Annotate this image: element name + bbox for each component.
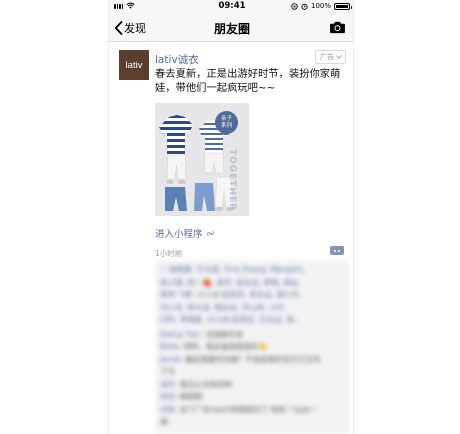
like-names-line: CBS, 李晓星, 沙小朵·起宫花, 王永远, 我... — [160, 315, 302, 324]
comment-text: 这个广告reach到我就对了 哈哈 ! type ! — [179, 404, 316, 414]
more-dot-icon — [334, 249, 336, 252]
comment-item[interactable]: Bella: 呵呵，我走遍海南就好👏 — [160, 341, 345, 354]
comment-text: 确定我要的衣服？不该是真的宝贝又王吗 — [185, 354, 321, 364]
mini-program-link[interactable]: 进入小程序 — [155, 226, 215, 240]
comment-item[interactable]: Jacob: 确定我要的衣服？不该是真的宝贝又王吗 — [160, 354, 345, 367]
phone-screen: 09:41 100% 发现 朋友圈 lativ lativ诚衣 广告 春去夏新，… — [108, 0, 354, 434]
comment-author[interactable]: 付依: — [160, 405, 180, 414]
camera-icon[interactable] — [329, 21, 346, 34]
comment-author[interactable]: 话中: — [160, 380, 180, 389]
badge-line-2: 系列 — [220, 122, 232, 129]
post-image[interactable]: 亲子 系列 TOGETHER — [155, 103, 249, 216]
comments-panel: ♡ 林晓燕, 于大成, Tina Zhang, MengXin, 安小雨, 阿一🍓… — [155, 260, 350, 434]
like-names-line: 安小雨, 阿一🍓, 金玲, 张永远, 李晓, 胡云, — [160, 277, 301, 287]
page-title: 朋友圈 — [213, 22, 250, 36]
mini-program-icon — [206, 230, 214, 236]
comment-item[interactable]: 付依: 这个广告reach到我就对了 哈哈 ! type ! — [160, 404, 345, 417]
badge-line-1: 亲子 — [220, 115, 232, 122]
comment-item[interactable]: 包包: 刷刷刷 — [160, 391, 345, 404]
like-names-line: 刘小龙, 李大宝, 杨永远, 开心的, 小叶, — [160, 302, 287, 312]
like-names-line: 周伟·飞希, 沙小朵·起宫花, 李永远, 胡小宇, — [160, 290, 302, 299]
mini-program-label: 进入小程序 — [155, 229, 203, 240]
ad-tag[interactable]: 广告 — [315, 50, 346, 64]
status-right: 100% — [291, 2, 352, 10]
nav-bar: 发现 朋友圈 — [109, 14, 353, 42]
battery-percent: 100% — [310, 2, 331, 10]
comment-item[interactable]: 了😊 — [160, 366, 345, 379]
series-badge: 亲子 系列 — [215, 111, 238, 134]
post-author[interactable]: lativ诚衣 — [155, 52, 199, 67]
comment-text: 呵呵，我走遍海南就好👏 — [183, 342, 268, 351]
chevron-down-icon — [336, 55, 342, 59]
battery-icon — [334, 2, 352, 10]
status-bar: 09:41 100% — [109, 0, 353, 14]
together-text: TOGETHER — [227, 149, 237, 212]
avatar[interactable]: lativ — [119, 50, 149, 80]
comment-author[interactable]: Jacob: — [160, 355, 185, 364]
comment-button[interactable] — [330, 246, 344, 255]
comment-author[interactable]: Bella: — [160, 342, 183, 351]
post-time: 1小时前 — [155, 249, 183, 258]
comment-text: 了😊 — [160, 367, 176, 376]
avatar-logo-text: lativ — [125, 59, 143, 71]
comment-text: 刷刷刷 — [179, 392, 203, 401]
like-names-line: ♡ 林晓燕, 于大成, Tina Zhang, MengXin, — [160, 265, 306, 274]
comment-text: 我怎么也有同样 — [179, 379, 233, 389]
likes-list: ♡ 林晓燕, 于大成, Tina Zhang, MengXin, 安小雨, 阿一🍓… — [160, 264, 345, 327]
ad-label: 广告 — [320, 53, 334, 61]
more-dot-icon — [338, 249, 340, 252]
comment-text: 没钱换车😅 — [205, 329, 244, 339]
comment-item[interactable]: Ewing Tian: 没钱换车😅 — [160, 329, 345, 342]
alarm-icon — [301, 3, 308, 10]
comment-author[interactable]: 包包: — [160, 392, 180, 401]
comment-text: 😂 — [160, 417, 169, 426]
orientation-lock-icon — [291, 2, 298, 10]
comment-author[interactable]: Ewing Tian: — [160, 330, 206, 339]
comment-list: Ewing Tian: 没钱换车😅 Bella: 呵呵，我走遍海南就好👏 Jacob… — [160, 329, 345, 429]
post-text: 春去夏新，正是出游好时节，装扮你家萌娃，带他们一起疯玩吧~~ — [155, 68, 341, 94]
comment-item[interactable]: 😂 — [160, 416, 345, 429]
comment-item[interactable]: 话中: 我怎么也有同样 — [160, 379, 345, 392]
